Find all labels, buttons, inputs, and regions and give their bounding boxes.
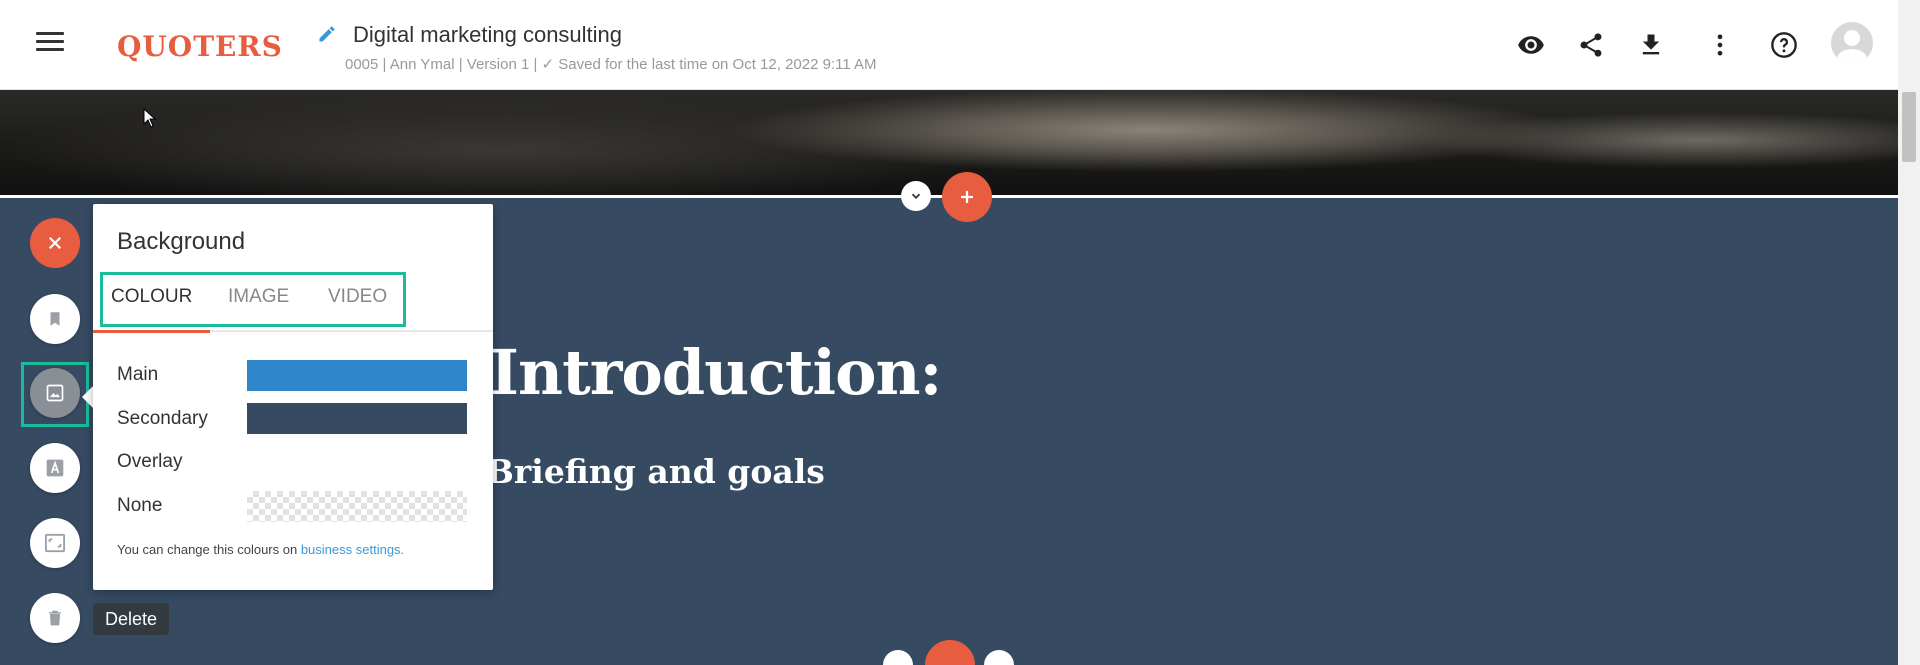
brand-logo[interactable]: QUOTERS — [117, 30, 283, 63]
scrollbar-thumb[interactable] — [1902, 92, 1916, 162]
main-colour-label: Main — [117, 364, 159, 385]
add-section-button[interactable] — [942, 172, 992, 222]
section-subheadline[interactable]: Briefing and goals — [486, 452, 825, 491]
business-settings-link[interactable]: business settings. — [301, 542, 404, 557]
panel-title: Background — [117, 228, 246, 255]
text-format-icon[interactable] — [30, 443, 80, 493]
top-bar: QUOTERS Digital marketing consulting 000… — [0, 0, 1898, 90]
panel-note: You can change this colours on business … — [117, 542, 404, 557]
none-colour-swatch[interactable] — [247, 491, 467, 522]
saved-check-icon: ✓ — [541, 56, 555, 73]
close-button[interactable] — [30, 218, 80, 268]
document-meta: 0005 | Ann Ymal | Version 1 | ✓ Saved fo… — [345, 55, 877, 73]
meta-info: 0005 | Ann Ymal | Version 1 | — [345, 56, 542, 73]
secondary-colour-swatch[interactable] — [247, 403, 467, 434]
saved-status: Saved for the last time on Oct 12, 2022 … — [558, 56, 877, 73]
mouse-cursor-icon — [143, 108, 157, 128]
bookmark-icon[interactable] — [30, 294, 80, 344]
tab-video[interactable]: VIDEO — [328, 286, 387, 308]
image-icon[interactable] — [30, 368, 80, 418]
trash-icon[interactable] — [30, 593, 80, 643]
menu-icon[interactable] — [36, 32, 64, 56]
document-title[interactable]: Digital marketing consulting — [353, 22, 622, 48]
tab-colour[interactable]: COLOUR — [111, 286, 192, 308]
none-colour-label: None — [117, 495, 163, 516]
note-text: You can change this colours on — [117, 542, 301, 557]
background-panel: Background COLOUR IMAGE VIDEO Main Secon… — [93, 204, 493, 590]
delete-tooltip: Delete — [93, 603, 170, 635]
section-headline[interactable]: Introduction: — [490, 336, 942, 409]
tab-image[interactable]: IMAGE — [228, 286, 289, 308]
secondary-colour-label: Secondary — [117, 408, 208, 429]
chevron-down-icon[interactable] — [901, 181, 931, 211]
layout-icon[interactable] — [30, 518, 80, 568]
more-vert-icon[interactable] — [1704, 29, 1736, 61]
download-icon[interactable] — [1635, 29, 1667, 61]
panel-pointer — [82, 386, 93, 408]
edit-pencil-icon[interactable] — [317, 24, 337, 44]
page-scrollbar[interactable] — [1898, 0, 1920, 665]
overlay-colour-label[interactable]: Overlay — [117, 451, 182, 473]
preview-eye-icon[interactable] — [1515, 29, 1547, 61]
main-colour-swatch[interactable] — [247, 360, 467, 391]
help-icon[interactable] — [1768, 29, 1800, 61]
share-icon[interactable] — [1575, 29, 1607, 61]
active-tab-indicator — [93, 330, 210, 333]
user-avatar[interactable] — [1831, 22, 1873, 64]
